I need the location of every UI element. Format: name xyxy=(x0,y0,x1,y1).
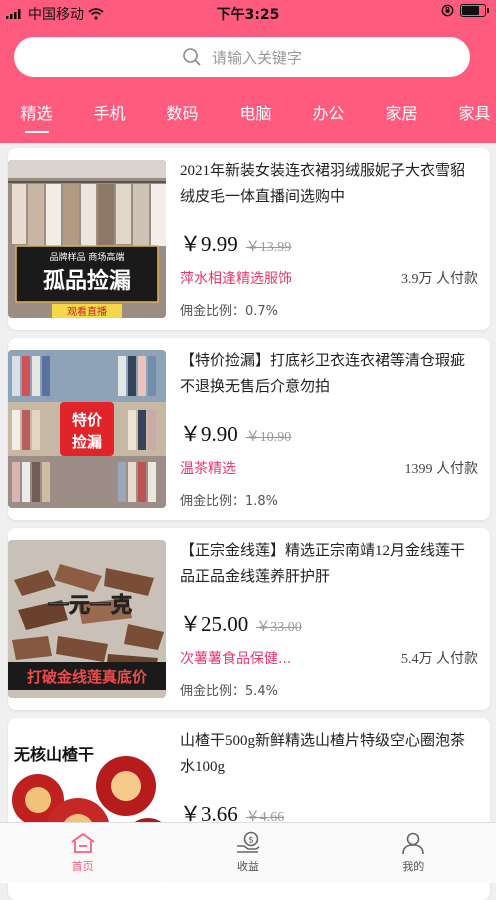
tab-bangong[interactable]: 办公 xyxy=(292,99,365,133)
orientation-lock-icon xyxy=(441,4,454,17)
product-card[interactable]: 一元一克 打破金线莲真底价 【正宗金线莲】精选正宗南靖12月金线莲干品正品金线莲… xyxy=(8,528,490,710)
thumb-main-text: 孤品捡漏 xyxy=(43,268,131,294)
product-card[interactable]: 特价 捡漏 【特价捡漏】打底衫卫衣连衣裙等清仓瑕疵不退换无售后介意勿拍 ￥9.9… xyxy=(8,338,490,520)
tabbar-home[interactable]: 首页 xyxy=(0,823,165,883)
tab-label: 数码 xyxy=(166,104,199,123)
header: 中国移动 下午3:25 请输入关键字 精选 手机 数码 电脑 办公 家居 家具 xyxy=(0,0,496,143)
sold-count: 3.9万 人付款 xyxy=(401,272,478,287)
tabbar-earnings-label: 收益 xyxy=(236,860,259,873)
original-price: ￥33.00 xyxy=(256,620,302,635)
thumb-badge-line1: 特价 xyxy=(72,411,103,429)
product-price: ￥9.90 xyxy=(180,422,238,446)
product-card[interactable]: 品牌样品 商场高端 孤品捡漏 观看直播 2021年新装女装连衣裙羽绒服妮子大衣雪… xyxy=(8,148,490,330)
product-info: 2021年新装女装连衣裙羽绒服妮子大衣雪貂绒皮毛一体直播间选购中 ￥9.99 ￥… xyxy=(180,158,478,319)
tab-diannao[interactable]: 电脑 xyxy=(219,99,292,133)
tab-shouji[interactable]: 手机 xyxy=(73,99,146,133)
thumb-bottom-text: 观看直播 xyxy=(67,305,107,318)
tab-label: 精选 xyxy=(20,104,53,123)
tabbar-profile-label: 我的 xyxy=(402,860,425,873)
home-icon xyxy=(71,833,95,853)
tab-jiaju[interactable]: 家居 xyxy=(365,99,438,133)
thumb-main-text: 一元一克 xyxy=(48,593,132,617)
thumb-badge-line2: 捡漏 xyxy=(72,433,102,451)
sold-count: 5.4万 人付款 xyxy=(401,652,478,667)
original-price: ￥13.99 xyxy=(245,240,292,255)
product-thumbnail: 特价 捡漏 xyxy=(8,350,166,508)
product-thumbnail: 一元一克 打破金线莲真底价 xyxy=(8,540,166,698)
product-title: 2021年新装女装连衣裙羽绒服妮子大衣雪貂绒皮毛一体直播间选购中 xyxy=(180,163,466,205)
tab-label: 家具 xyxy=(458,104,491,123)
category-tabs: 精选 手机 数码 电脑 办公 家居 家具 xyxy=(0,96,496,136)
commission-rate: 佣金比例：1.8% xyxy=(180,494,279,509)
shop-name[interactable]: 次薯薯食品保健... xyxy=(180,648,291,668)
sold-count: 1399 人付款 xyxy=(404,462,479,477)
commission-rate: 佣金比例：5.4% xyxy=(180,684,279,699)
product-price: ￥9.99 xyxy=(180,232,238,256)
product-title: 山楂干500g新鲜精选山楂片特级空心圈泡茶水100g xyxy=(180,733,466,775)
shop-name[interactable]: 萍水相逢精选服饰 xyxy=(180,268,292,288)
shop-row: 温茶精选 1399 人付款 xyxy=(180,458,478,478)
status-time: 下午3:25 xyxy=(216,7,280,23)
tab-label: 办公 xyxy=(312,104,345,123)
shop-name[interactable]: 温茶精选 xyxy=(180,458,236,478)
original-price: ￥10.90 xyxy=(245,430,292,445)
search-input[interactable]: 请输入关键字 xyxy=(14,37,470,77)
commission-rate: 佣金比例：0.7% xyxy=(180,304,279,319)
search-placeholder: 请输入关键字 xyxy=(211,48,302,67)
thumb-bottom-text: 打破金线莲真底价 xyxy=(27,668,148,686)
thumb-top-text: 品牌样品 商场高端 xyxy=(50,251,125,263)
tabbar-home-label: 首页 xyxy=(71,860,94,873)
search-icon xyxy=(183,48,201,66)
price-row: ￥25.00 ￥33.00 xyxy=(180,608,478,638)
product-info: 【特价捡漏】打底衫卫衣连衣裙等清仓瑕疵不退换无售后介意勿拍 ￥9.90 ￥10.… xyxy=(180,348,478,509)
profile-icon xyxy=(402,832,425,855)
product-title: 【特价捡漏】打底衫卫衣连衣裙等清仓瑕疵不退换无售后介意勿拍 xyxy=(180,353,466,395)
battery-icon xyxy=(460,4,489,17)
tab-jingxuan[interactable]: 精选 xyxy=(0,99,73,133)
tab-label: 电脑 xyxy=(239,104,272,123)
price-row: ￥9.99 ￥13.99 xyxy=(180,228,478,258)
earnings-icon: $ xyxy=(236,831,260,853)
price-row: ￥9.90 ￥10.90 xyxy=(180,418,478,448)
tab-shuma[interactable]: 数码 xyxy=(146,99,219,133)
product-price: ￥25.00 xyxy=(180,612,249,636)
shop-row: 次薯薯食品保健... 5.4万 人付款 xyxy=(180,648,478,668)
svg-text:$: $ xyxy=(248,836,254,846)
tab-label: 手机 xyxy=(93,104,126,123)
status-right xyxy=(441,4,489,17)
product-thumbnail: 品牌样品 商场高端 孤品捡漏 观看直播 xyxy=(8,160,166,318)
shop-row: 萍水相逢精选服饰 3.9万 人付款 xyxy=(180,268,478,288)
product-info: 【正宗金线莲】精选正宗南靖12月金线莲干品正品金线莲养肝护肝 ￥25.00 ￥3… xyxy=(180,538,478,699)
product-title: 【正宗金线莲】精选正宗南靖12月金线莲干品正品金线莲养肝护肝 xyxy=(180,543,466,585)
tab-jiaju-furniture[interactable]: 家具 xyxy=(438,99,496,133)
bottom-tab-bar: 首页 $ 收益 我的 xyxy=(0,822,496,883)
thumb-top-text: 无核山楂干 xyxy=(13,745,94,764)
status-bar: 中国移动 下午3:25 xyxy=(0,0,496,26)
tabbar-profile[interactable]: 我的 xyxy=(331,823,496,883)
tab-label: 家居 xyxy=(385,104,418,123)
product-info: 山楂干500g新鲜精选山楂片特级空心圈泡茶水100g ￥3.66 ￥4.66 xyxy=(180,728,478,828)
tabbar-earnings[interactable]: $ 收益 xyxy=(165,823,330,883)
